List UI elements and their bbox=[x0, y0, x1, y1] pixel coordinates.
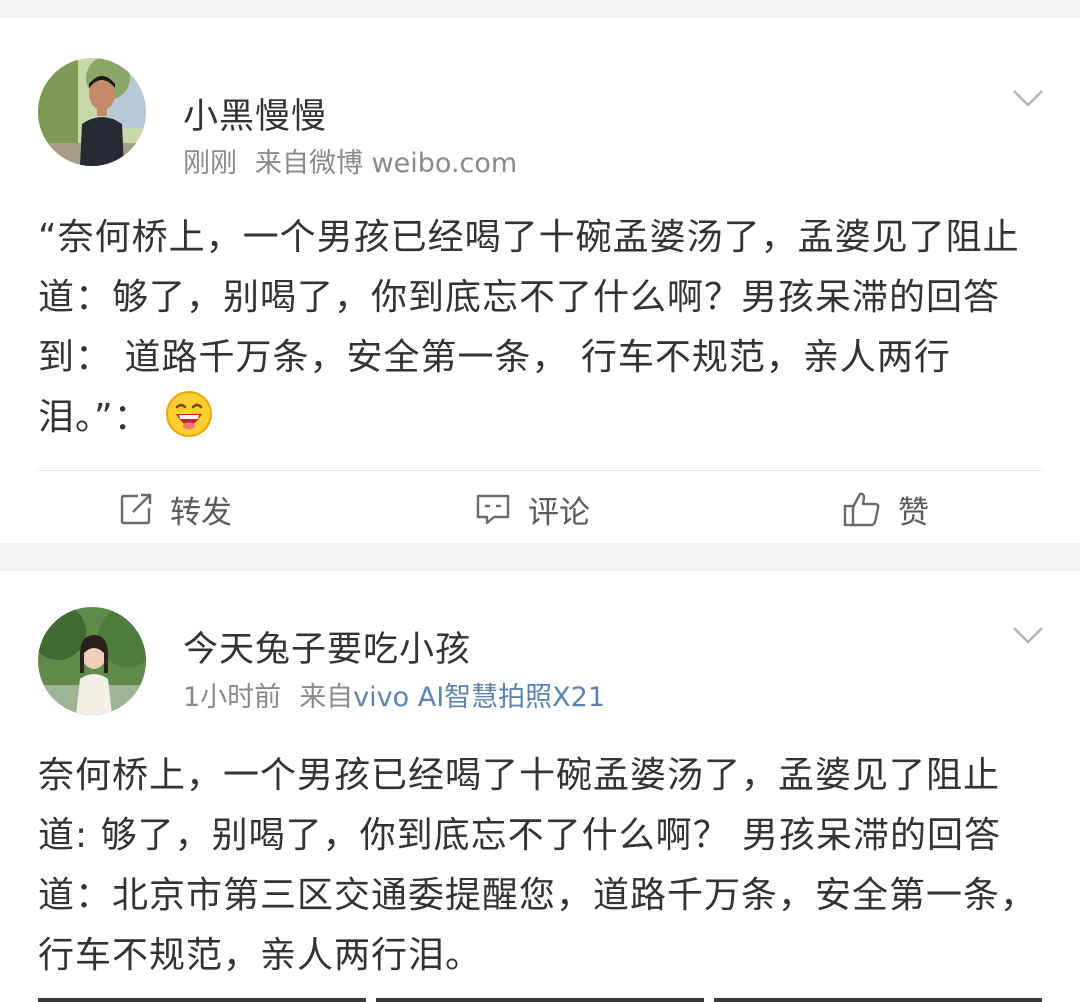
grinning-face-emoji-icon bbox=[165, 390, 213, 438]
post-meta: 1小时前 来自vivo AI智慧拍照X21 bbox=[183, 675, 605, 714]
image-thumbnails-strip bbox=[38, 998, 1042, 1002]
repost-button[interactable]: 转发 bbox=[118, 489, 232, 531]
post-actions: 转发 评论 赞 bbox=[0, 473, 1080, 543]
image-thumbnail[interactable] bbox=[376, 998, 704, 1002]
source-prefix: 来自 bbox=[299, 682, 354, 713]
comment-label: 评论 bbox=[528, 494, 590, 531]
username[interactable]: 小黑慢慢 bbox=[183, 88, 327, 139]
source-name[interactable]: vivo AI智慧拍照X21 bbox=[353, 682, 605, 713]
post-meta: 刚刚 来自微博 weibo.com bbox=[183, 141, 517, 180]
chevron-down-icon[interactable] bbox=[1012, 88, 1044, 108]
user-avatar[interactable] bbox=[38, 58, 146, 166]
image-thumbnail[interactable] bbox=[38, 998, 366, 1002]
action-divider bbox=[38, 470, 1042, 471]
comment-icon bbox=[476, 494, 510, 525]
feed-card-gap bbox=[0, 543, 1080, 571]
thumbs-up-icon bbox=[843, 492, 880, 527]
like-label: 赞 bbox=[898, 494, 929, 531]
image-thumbnail[interactable] bbox=[714, 998, 1042, 1002]
source-name[interactable]: weibo.com bbox=[372, 148, 518, 179]
user-avatar[interactable] bbox=[38, 607, 146, 715]
comment-button[interactable]: 评论 bbox=[474, 489, 590, 531]
weibo-post-card: 今天兔子要吃小孩 1小时前 来自vivo AI智慧拍照X21 奈何桥上，一个男孩已… bbox=[0, 571, 1080, 1002]
like-button[interactable]: 赞 bbox=[842, 489, 929, 531]
weibo-post-card: 小黑慢慢 刚刚 来自微博 weibo.com “奈何桥上，一个男孩已经喝了十碗孟婆… bbox=[0, 18, 1080, 543]
post-time: 刚刚 bbox=[183, 148, 237, 179]
post-text: 奈何桥上，一个男孩已经喝了十碗孟婆汤了，孟婆见了阻止道: 够了，别喝了，你到底忘… bbox=[38, 746, 1048, 986]
feed-top-gap bbox=[0, 0, 1080, 18]
chevron-down-icon[interactable] bbox=[1012, 625, 1044, 645]
post-header: 小黑慢慢 刚刚 来自微博 weibo.com bbox=[0, 18, 1080, 179]
post-body: 奈何桥上，一个男孩已经喝了十碗孟婆汤了，孟婆见了阻止道: 够了，别喝了，你到底忘… bbox=[38, 755, 1038, 976]
repost-label: 转发 bbox=[170, 494, 232, 531]
source-prefix: 来自微博 bbox=[255, 148, 363, 179]
post-time: 1小时前 bbox=[183, 682, 282, 713]
post-text: “奈何桥上，一个男孩已经喝了十碗孟婆汤了，孟婆见了阻止道：够了，别喝了，你到底忘… bbox=[38, 208, 1048, 448]
repost-icon bbox=[120, 493, 152, 525]
username[interactable]: 今天兔子要吃小孩 bbox=[183, 621, 471, 672]
